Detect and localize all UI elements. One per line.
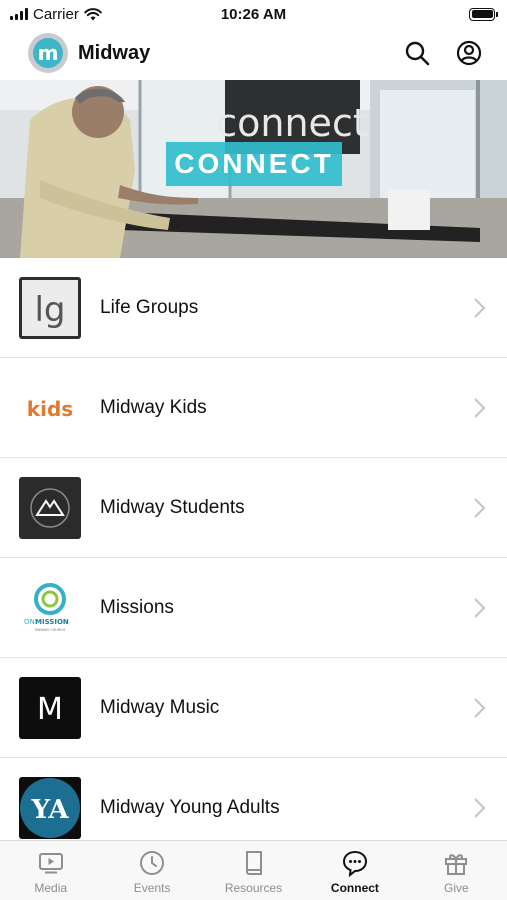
- chevron-right-icon: [474, 297, 486, 318]
- list-item-label: Life Groups: [100, 296, 199, 318]
- app-header: m Midway: [0, 28, 507, 78]
- tab-media[interactable]: Media: [0, 841, 101, 900]
- svg-text:M: M: [37, 692, 63, 727]
- chevron-right-icon: [474, 697, 486, 718]
- list-item-label: Midway Students: [100, 496, 245, 518]
- young-adults-logo: YA: [19, 776, 81, 839]
- on-mission-logo: ON MISSION MIDWAY CHURCH: [19, 576, 81, 639]
- tab-bar: Media Events Resources Connect Give: [0, 840, 507, 900]
- clock-icon: [138, 849, 166, 877]
- tab-label: Resources: [224, 881, 283, 895]
- students-logo: [19, 476, 81, 539]
- chevron-right-icon: [474, 597, 486, 618]
- svg-text:MIDWAY CHURCH: MIDWAY CHURCH: [35, 628, 66, 632]
- svg-text:lg: lg: [34, 290, 65, 330]
- search-button[interactable]: [403, 39, 431, 67]
- list-item-label: Midway Kids: [100, 396, 207, 418]
- signal-icon: [10, 8, 28, 20]
- profile-button[interactable]: [455, 39, 483, 67]
- kids-logo: kids: [19, 376, 81, 439]
- status-bar: Carrier 10:26 AM: [0, 0, 507, 28]
- list-item-midway-kids[interactable]: kids Midway Kids: [0, 358, 507, 458]
- svg-text:ON: ON: [24, 618, 35, 626]
- carrier-label: Carrier: [33, 5, 79, 23]
- chevron-right-icon: [474, 397, 486, 418]
- app-title: Midway: [78, 41, 151, 64]
- list-item-label: Midway Young Adults: [100, 796, 280, 818]
- tab-give[interactable]: Give: [406, 841, 507, 900]
- battery-icon: [469, 7, 498, 21]
- search-icon: [405, 41, 430, 66]
- tab-connect[interactable]: Connect: [304, 841, 405, 900]
- gift-icon: [442, 849, 470, 877]
- list-item-life-groups[interactable]: lg Life Groups: [0, 258, 507, 358]
- list-item-missions[interactable]: ON MISSION MIDWAY CHURCH Missions: [0, 558, 507, 658]
- media-icon: [37, 849, 65, 877]
- life-groups-logo: lg: [19, 276, 81, 339]
- logo-letter: m: [33, 38, 63, 68]
- svg-text:MISSION: MISSION: [35, 618, 69, 626]
- tab-events[interactable]: Events: [101, 841, 202, 900]
- chevron-right-icon: [474, 497, 486, 518]
- list-item-label: Midway Music: [100, 696, 220, 718]
- app-logo[interactable]: m: [28, 33, 68, 73]
- hero-banner[interactable]: connect CONNECT: [0, 80, 507, 258]
- chevron-right-icon: [474, 797, 486, 818]
- tab-resources[interactable]: Resources: [203, 841, 304, 900]
- chat-bubble-icon: [341, 849, 369, 877]
- tab-label: Give: [443, 881, 469, 895]
- list-item-midway-music[interactable]: M Midway Music: [0, 658, 507, 758]
- music-logo: M: [19, 676, 81, 739]
- status-left: Carrier: [10, 6, 102, 23]
- list-item-label: Missions: [100, 596, 174, 618]
- account-icon: [456, 40, 482, 66]
- tab-label: Connect: [330, 881, 379, 895]
- book-icon: [240, 849, 268, 877]
- svg-text:YA: YA: [30, 795, 69, 825]
- list-item-midway-students[interactable]: Midway Students: [0, 458, 507, 558]
- hero-label: CONNECT: [166, 142, 342, 186]
- hero-sign-text: connect: [216, 101, 367, 145]
- svg-text:kids: kids: [27, 397, 73, 421]
- connect-list: lg Life Groups kids Midway Kids Midway S…: [0, 258, 507, 858]
- tab-label: Media: [34, 881, 68, 895]
- tab-label: Events: [133, 881, 171, 895]
- wifi-icon: [84, 7, 102, 20]
